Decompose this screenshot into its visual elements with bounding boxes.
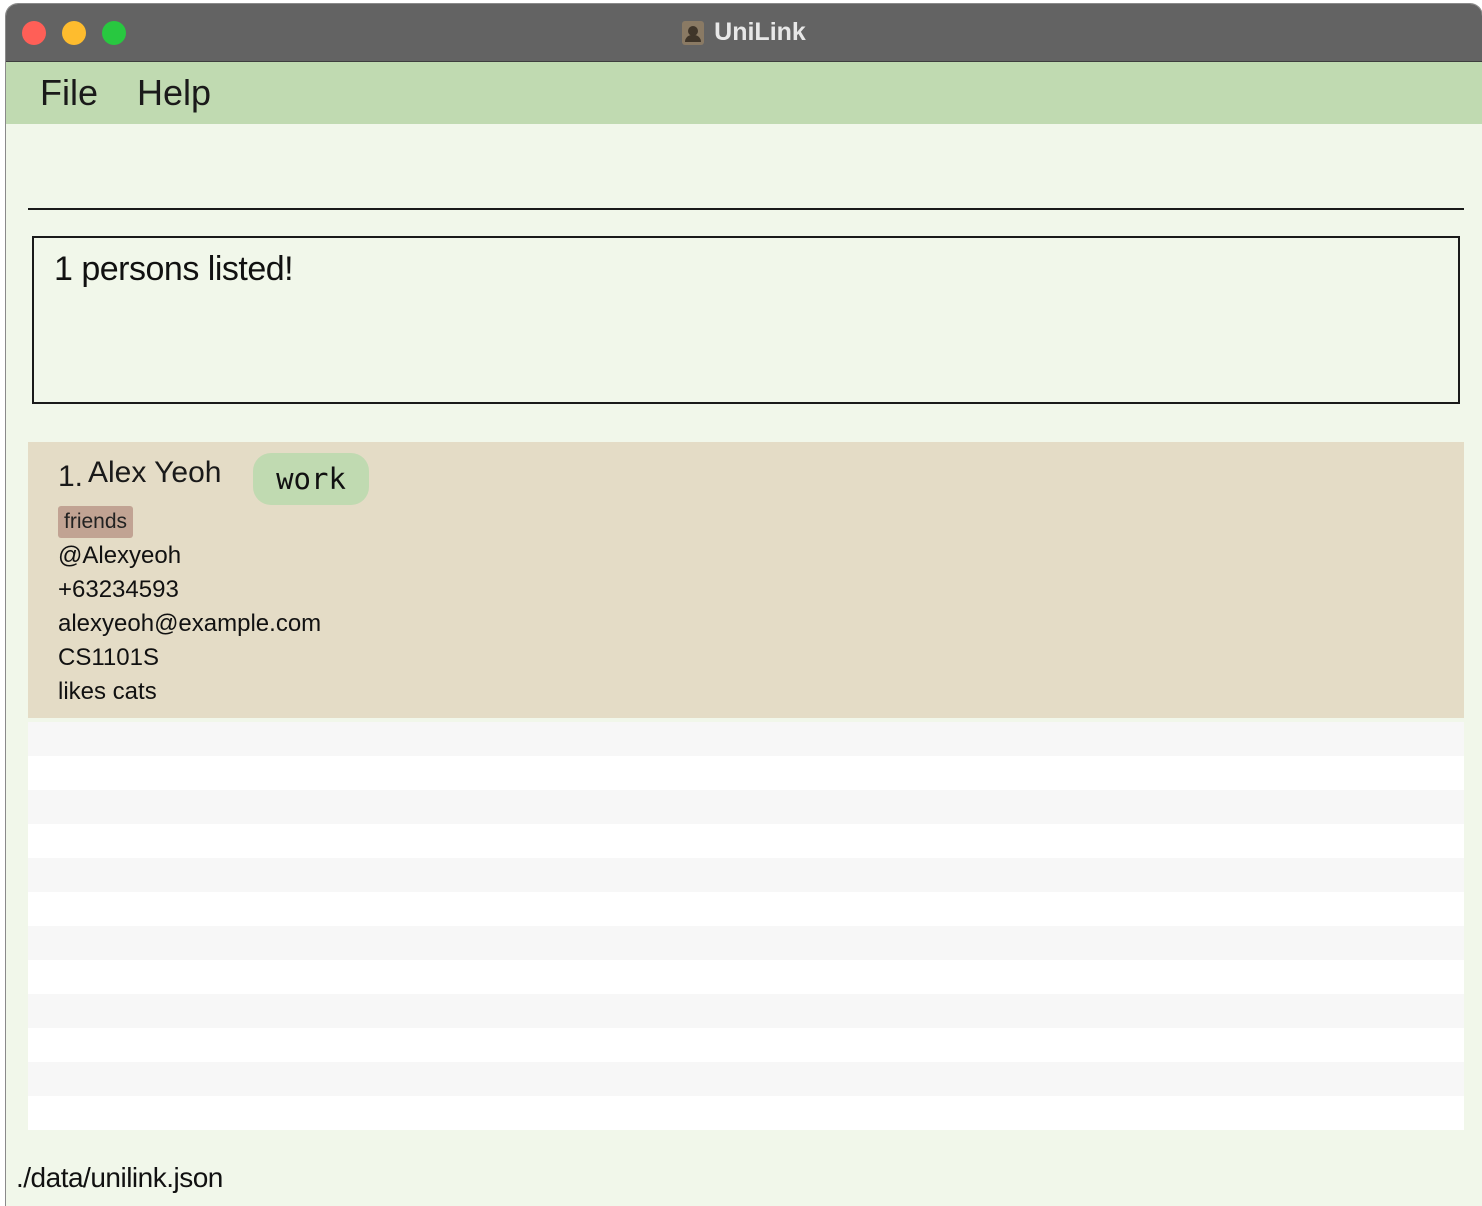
role-tag: work xyxy=(253,453,369,505)
command-box xyxy=(28,124,1468,210)
empty-list-row xyxy=(28,960,1464,994)
person-phone: +63234593 xyxy=(58,576,179,603)
empty-list-row xyxy=(28,892,1464,926)
empty-list-row xyxy=(28,722,1464,756)
person-card[interactable]: 1. Alex Yeoh work friends @Alexyeoh +632… xyxy=(28,442,1464,718)
title-bar[interactable]: UniLink xyxy=(6,4,1482,62)
empty-list-row xyxy=(28,790,1464,824)
person-list[interactable]: 1. Alex Yeoh work friends @Alexyeoh +632… xyxy=(28,442,1464,1130)
person-name: Alex Yeoh xyxy=(88,456,222,489)
empty-list-row xyxy=(28,1062,1464,1096)
person-module: CS1101S xyxy=(58,644,159,671)
contact-book-icon xyxy=(682,20,705,45)
app-window: UniLink File Help 1 persons listed! 1. A… xyxy=(6,4,1482,1206)
person-handle: @Alexyeoh xyxy=(58,542,182,569)
menu-bar: File Help xyxy=(6,62,1482,124)
command-input[interactable] xyxy=(28,124,1468,210)
empty-list-row xyxy=(28,1028,1464,1062)
tag-label: friends xyxy=(58,506,134,538)
empty-list-row xyxy=(28,824,1464,858)
result-display: 1 persons listed! xyxy=(32,236,1460,404)
menu-file[interactable]: File xyxy=(40,72,98,114)
status-bar-file-path: ./data/unilink.json xyxy=(16,1162,223,1193)
person-index: 1. xyxy=(58,460,84,493)
empty-list-row xyxy=(28,926,1464,960)
person-remark: likes cats xyxy=(58,678,157,705)
result-message: 1 persons listed! xyxy=(54,250,294,288)
empty-list-row xyxy=(28,1096,1464,1130)
empty-list-row xyxy=(28,756,1464,790)
person-email: alexyeoh@example.com xyxy=(58,610,322,637)
window-title-group: UniLink xyxy=(6,4,1482,61)
empty-list-row xyxy=(28,858,1464,892)
window-title: UniLink xyxy=(714,18,806,46)
empty-list-row xyxy=(28,994,1464,1028)
menu-help[interactable]: Help xyxy=(137,72,211,114)
